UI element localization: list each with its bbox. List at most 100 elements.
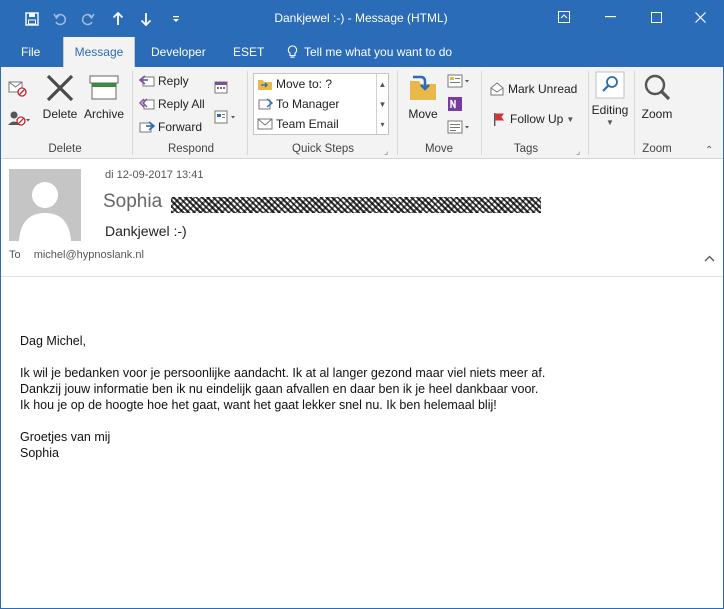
reply-label: Reply xyxy=(158,74,189,88)
follow-up-button[interactable]: Follow Up ▼ xyxy=(491,111,574,127)
zoom-button[interactable]: Zoom xyxy=(638,73,676,121)
message-header: di 12-09-2017 13:41 Sophia Dankjewel :-)… xyxy=(1,159,723,277)
expand-gallery-icon[interactable]: ▾ xyxy=(377,114,388,134)
tell-me-search[interactable]: Tell me what you want to do xyxy=(285,37,454,67)
delete-group-label: Delete xyxy=(48,143,82,155)
zoom-label: Zoom xyxy=(641,107,673,121)
quick-step-label: Team Email xyxy=(276,117,339,131)
ribbon-display-options-icon[interactable] xyxy=(541,1,587,33)
dropdown-arrow-icon: ▼ xyxy=(566,114,575,124)
delete-label: Delete xyxy=(42,107,78,121)
sender-name[interactable]: Sophia xyxy=(103,191,162,213)
junk-button[interactable] xyxy=(7,109,31,127)
find-icon xyxy=(595,71,625,99)
close-button[interactable] xyxy=(677,1,723,33)
reply-button[interactable]: Reply xyxy=(139,73,189,89)
outlook-message-window: Dankjewel :-) - Message (HTML) File Mess… xyxy=(0,0,724,609)
meeting-reply-button[interactable] xyxy=(213,79,229,95)
customize-toolbar-icon[interactable] xyxy=(165,9,187,29)
arrow-up-icon[interactable] xyxy=(107,9,129,29)
mark-unread-label: Mark Unread xyxy=(508,82,578,96)
tab-file[interactable]: File xyxy=(19,37,42,67)
group-separator xyxy=(132,71,133,155)
tab-developer[interactable]: Developer xyxy=(149,37,208,67)
tags-launcher-icon[interactable]: ⌟ xyxy=(576,146,586,156)
title-bar: Dankjewel :-) - Message (HTML) xyxy=(1,1,723,37)
lightbulb-icon xyxy=(287,45,298,58)
move-label: Move xyxy=(408,107,438,121)
ignore-button[interactable] xyxy=(7,79,27,97)
reply-all-label: Reply All xyxy=(158,97,205,111)
more-respond-button[interactable] xyxy=(213,109,239,125)
editing-button[interactable]: Editing ▼ xyxy=(590,71,630,127)
quick-steps-gallery: Move to: ? To Manager Team Email ▲ ▼ ▾ xyxy=(253,73,389,135)
quick-step-label: To Manager xyxy=(276,97,340,111)
group-separator xyxy=(397,71,398,155)
forward-button[interactable]: Forward xyxy=(139,119,202,135)
follow-up-label: Follow Up xyxy=(510,112,564,126)
redo-icon[interactable] xyxy=(77,9,99,29)
quick-step-to-manager[interactable]: To Manager xyxy=(254,94,376,114)
reply-all-icon xyxy=(139,98,155,110)
move-folder-icon xyxy=(410,75,436,100)
forward-label: Forward xyxy=(158,120,203,134)
delete-icon xyxy=(46,74,74,102)
tab-message[interactable]: Message xyxy=(63,37,135,67)
save-icon[interactable] xyxy=(21,9,43,29)
quick-steps-scroll[interactable]: ▲ ▼ ▾ xyxy=(376,74,388,134)
body-signature: Sophia xyxy=(20,446,59,460)
rules-button[interactable] xyxy=(447,73,473,89)
group-separator xyxy=(588,71,589,155)
group-separator xyxy=(481,71,482,155)
body-line: Ik hou je op de hoogte hoe het gaat, wan… xyxy=(20,398,497,412)
scroll-down-icon[interactable]: ▼ xyxy=(377,94,388,114)
magnifier-icon xyxy=(644,74,671,101)
to-label: To xyxy=(9,249,21,261)
recipient-row: To michel@hypnoslank.nl xyxy=(9,249,144,261)
maximize-button[interactable] xyxy=(633,1,679,33)
ribbon-tabs: File Message Developer ESET Tell me what… xyxy=(1,37,723,67)
zoom-group-label: Zoom xyxy=(642,143,672,155)
calendar-icon xyxy=(214,81,228,94)
tags-group-label: Tags xyxy=(513,143,539,155)
message-body: Dag Michel, Ik wil je bedanken voor je p… xyxy=(20,333,700,461)
move-button[interactable]: Move xyxy=(403,73,443,121)
arrow-down-icon[interactable] xyxy=(135,9,157,29)
forward-mail-icon xyxy=(258,98,273,110)
group-separator xyxy=(634,71,635,155)
collapse-header-icon[interactable] xyxy=(704,251,715,265)
junk-icon xyxy=(8,111,30,126)
mark-unread-icon xyxy=(490,82,504,96)
reply-all-button[interactable]: Reply All xyxy=(139,96,205,112)
delete-button[interactable]: Delete xyxy=(41,73,79,121)
group-separator xyxy=(247,71,248,155)
quick-steps-launcher-icon[interactable]: ⌟ xyxy=(384,146,394,156)
forward-icon xyxy=(139,121,155,133)
quick-step-move-to[interactable]: Move to: ? xyxy=(254,74,376,94)
body-greeting: Dag Michel, xyxy=(20,334,86,348)
collapse-ribbon-icon[interactable]: ⌃ xyxy=(705,145,713,156)
archive-label: Archive xyxy=(83,107,124,121)
person-icon xyxy=(19,182,71,241)
quick-steps-group-label: Quick Steps xyxy=(292,143,354,155)
onenote-button[interactable] xyxy=(447,96,463,112)
body-closing: Groetjes van mij xyxy=(20,430,111,444)
quick-step-team-email[interactable]: Team Email xyxy=(254,114,376,134)
minimize-button[interactable] xyxy=(587,1,633,33)
redacted-email-address xyxy=(171,197,541,213)
mark-unread-button[interactable]: Mark Unread xyxy=(489,81,577,97)
recipient-address[interactable]: michel@hypnoslank.nl xyxy=(34,249,144,261)
actions-button[interactable] xyxy=(447,119,473,135)
folder-arrow-icon xyxy=(258,80,272,90)
onenote-icon xyxy=(448,97,462,111)
archive-button[interactable]: Archive xyxy=(81,73,127,121)
body-line: Dankzij jouw informatie ben ik nu eindel… xyxy=(20,382,539,396)
undo-icon[interactable] xyxy=(49,9,71,29)
scroll-up-icon[interactable]: ▲ xyxy=(377,74,388,94)
avatar[interactable] xyxy=(9,169,81,241)
tab-eset[interactable]: ESET xyxy=(231,37,266,67)
ignore-icon xyxy=(8,81,27,97)
window-title: Dankjewel :-) - Message (HTML) xyxy=(274,11,448,25)
respond-group-label: Respond xyxy=(167,143,215,155)
rules-icon xyxy=(447,74,469,88)
